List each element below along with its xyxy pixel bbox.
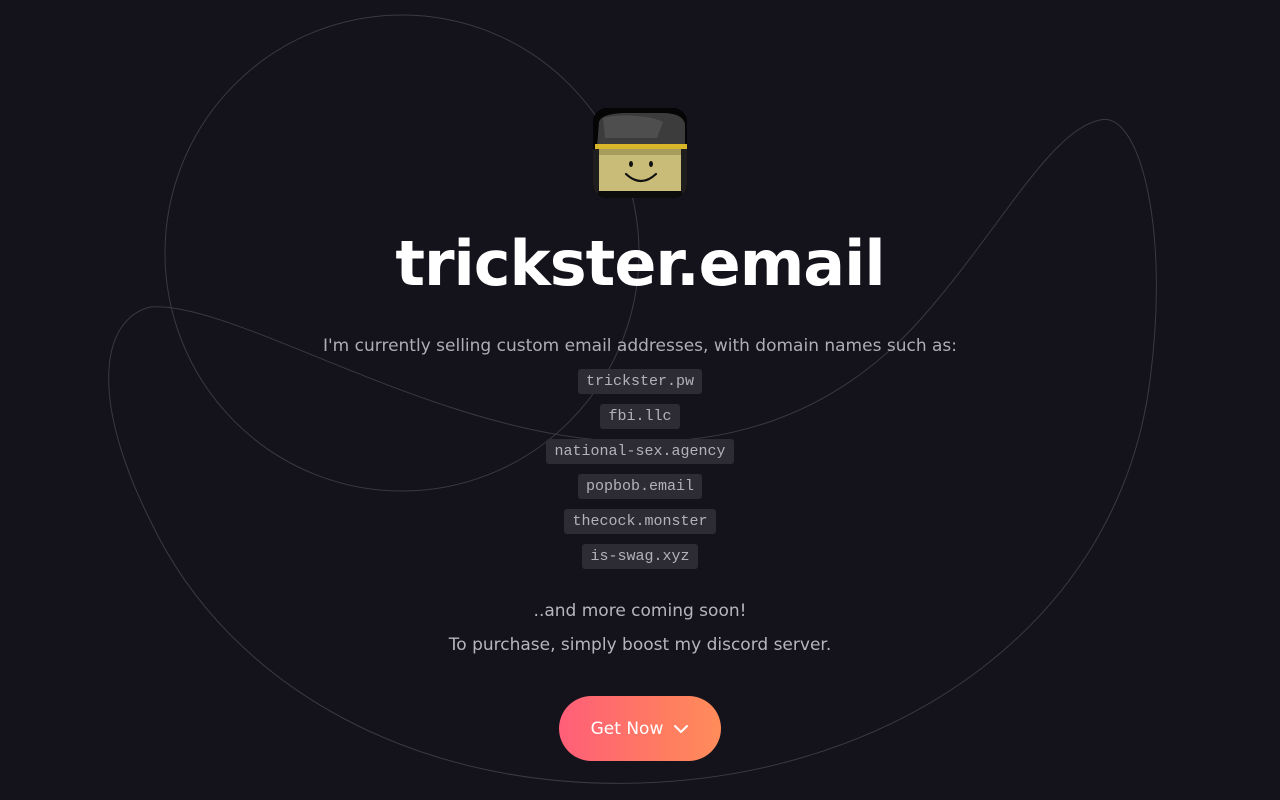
domain-chip: fbi.llc <box>600 404 680 429</box>
list-item: thecock.monster <box>0 509 1280 544</box>
list-item: fbi.llc <box>0 404 1280 439</box>
intro-text: I'm currently selling custom email addre… <box>323 336 957 356</box>
get-now-label: Get Now <box>590 718 664 739</box>
domain-chip: popbob.email <box>577 474 703 499</box>
list-item: popbob.email <box>0 474 1280 509</box>
domain-chip: national-sex.agency <box>546 439 734 464</box>
page-content: trickster.email I'm currently selling cu… <box>0 0 1280 800</box>
domain-chip: is-swag.xyz <box>582 544 698 569</box>
get-now-button[interactable]: Get Now <box>559 696 721 761</box>
more-coming-text: ..and more coming soon! <box>533 601 747 621</box>
domain-chip: trickster.pw <box>577 369 703 394</box>
list-item: trickster.pw <box>0 369 1280 404</box>
chevron-down-icon <box>674 724 689 733</box>
domain-list: trickster.pw fbi.llc national-sex.agency… <box>0 369 1280 579</box>
roblox-avatar-icon <box>593 108 687 198</box>
domain-chip: thecock.monster <box>564 509 716 534</box>
list-item: is-swag.xyz <box>0 544 1280 579</box>
list-item: national-sex.agency <box>0 439 1280 474</box>
avatar <box>593 108 687 198</box>
page-title: trickster.email <box>395 227 885 300</box>
purchase-instructions: To purchase, simply boost my discord ser… <box>448 635 832 655</box>
